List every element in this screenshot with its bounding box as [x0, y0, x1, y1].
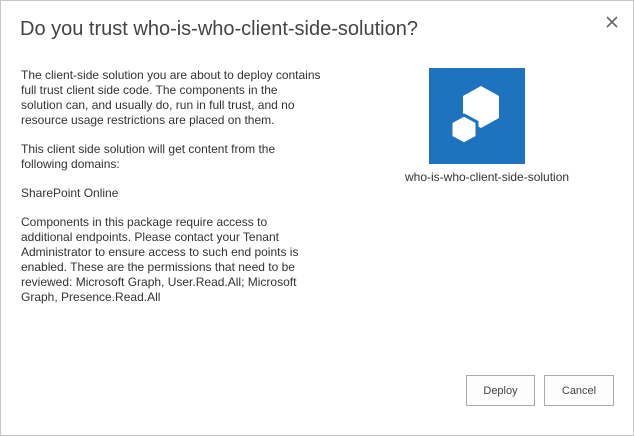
- dialog-title: Do you trust who-is-who-client-side-solu…: [20, 18, 418, 40]
- close-icon[interactable]: [605, 15, 619, 29]
- trust-warning-text: The client-side solution you are about t…: [21, 68, 321, 127]
- dialog-body: The client-side solution you are about t…: [21, 68, 321, 319]
- domains-intro-text: This client side solution will get conte…: [21, 142, 276, 171]
- app-package-icon: [429, 68, 525, 164]
- trust-dialog: Do you trust who-is-who-client-side-solu…: [0, 0, 634, 436]
- deploy-button[interactable]: Deploy: [466, 375, 535, 406]
- domain-name: SharePoint Online: [21, 186, 119, 200]
- app-name-label: who-is-who-client-side-solution: [405, 170, 570, 184]
- cancel-button[interactable]: Cancel: [544, 375, 614, 406]
- permissions-text: Components in this package require acces…: [21, 215, 299, 304]
